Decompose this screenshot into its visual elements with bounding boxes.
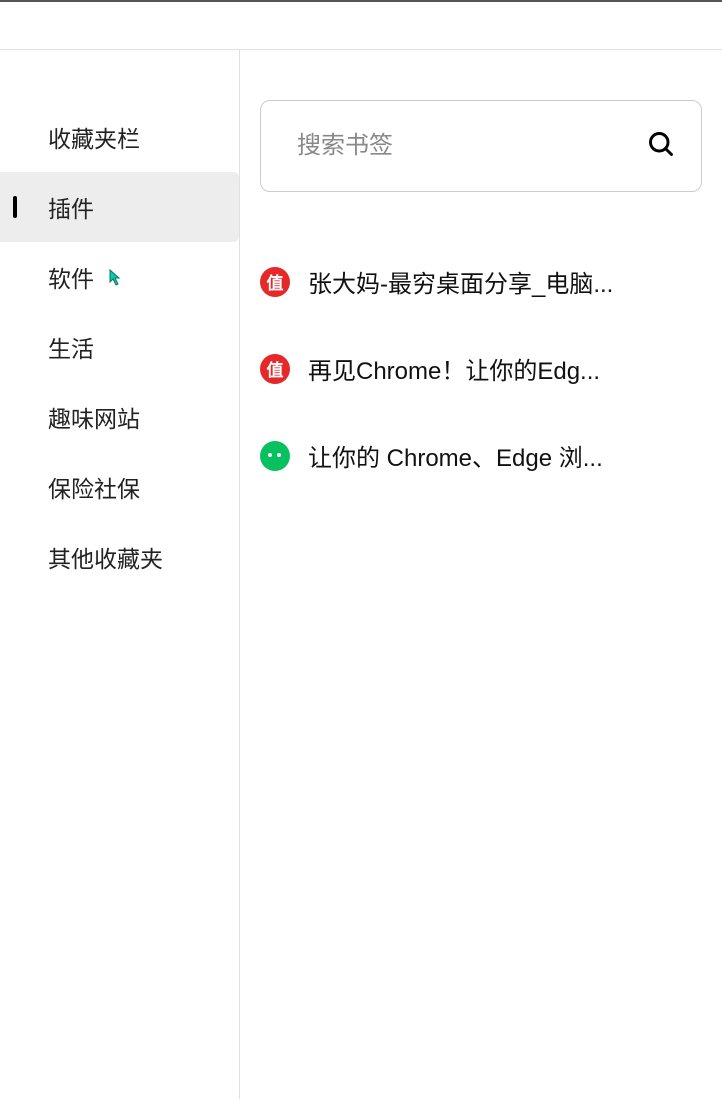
sidebar-item-fun-sites[interactable]: 趣味网站	[0, 382, 239, 452]
sidebar-item-label: 生活	[48, 330, 94, 364]
favicon-wechat-icon	[260, 441, 290, 471]
sidebar-item-plugins[interactable]: 插件	[0, 172, 239, 242]
top-bar	[0, 2, 722, 50]
cursor-pointer-icon	[104, 268, 122, 296]
bookmark-title: 张大妈-最穷桌面分享_电脑...	[308, 264, 702, 299]
sidebar-item-software[interactable]: 软件	[0, 242, 239, 312]
bookmark-title: 让你的 Chrome、Edge 浏...	[308, 438, 702, 473]
bookmark-item[interactable]: 值 张大妈-最穷桌面分享_电脑...	[260, 238, 702, 325]
search-input[interactable]	[297, 132, 647, 160]
favicon-zhi-icon: 值	[260, 267, 290, 297]
bookmark-item[interactable]: 让你的 Chrome、Edge 浏...	[260, 412, 702, 499]
sidebar: 收藏夹栏 插件 软件 生活 趣味网站 保险社保 其他收藏夹	[0, 50, 240, 1099]
main-panel: 值 张大妈-最穷桌面分享_电脑... 值 再见Chrome！让你的Edg... …	[240, 50, 722, 1099]
sidebar-item-label: 趣味网站	[48, 400, 140, 434]
search-icon[interactable]	[647, 130, 675, 163]
sidebar-item-insurance[interactable]: 保险社保	[0, 452, 239, 522]
bookmark-title: 再见Chrome！让你的Edg...	[308, 351, 702, 386]
sidebar-item-label: 收藏夹栏	[48, 120, 140, 154]
main-container: 收藏夹栏 插件 软件 生活 趣味网站 保险社保 其他收藏夹	[0, 50, 722, 1099]
sidebar-item-label: 其他收藏夹	[48, 540, 163, 574]
sidebar-item-label: 软件	[48, 260, 94, 294]
sidebar-item-other[interactable]: 其他收藏夹	[0, 522, 239, 592]
sidebar-item-life[interactable]: 生活	[0, 312, 239, 382]
bookmark-list: 值 张大妈-最穷桌面分享_电脑... 值 再见Chrome！让你的Edg... …	[260, 238, 702, 499]
sidebar-item-bookmarks-bar[interactable]: 收藏夹栏	[0, 102, 239, 172]
sidebar-item-label: 保险社保	[48, 470, 140, 504]
favicon-zhi-icon: 值	[260, 354, 290, 384]
search-box[interactable]	[260, 100, 702, 192]
bookmark-item[interactable]: 值 再见Chrome！让你的Edg...	[260, 325, 702, 412]
sidebar-item-label: 插件	[48, 190, 94, 224]
